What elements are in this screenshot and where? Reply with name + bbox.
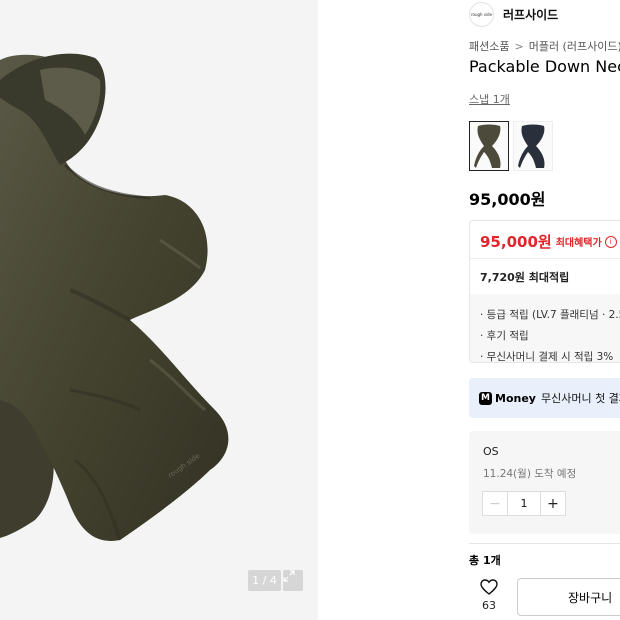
- breadcrumb-separator: >: [514, 40, 524, 53]
- max-points: 7,720원 최대적립: [480, 271, 570, 284]
- product-title: Packable Down Neck: [469, 57, 620, 76]
- points-list: · 등급 적립 (LV.7 플래티넘 · 2.5 · 후기 적립 · 무신사머니…: [480, 305, 620, 363]
- expand-icon[interactable]: [283, 570, 303, 591]
- total-count: 총 1개: [469, 554, 501, 567]
- benefit-price-value: 95,000원: [480, 233, 552, 251]
- max-benefit-price: 95,000원 최대혜택가 i: [480, 231, 617, 252]
- selected-option-box: OS 11.24(월) 도착 예정 − 1 +: [469, 431, 620, 534]
- breadcrumb: 패션소품 > 머플러 (러프사이드): [469, 38, 620, 54]
- divider: [469, 543, 620, 544]
- benefit-price-label: 최대혜택가: [555, 238, 602, 249]
- points-item: · 무신사머니 결제 시 적립 3%: [480, 351, 614, 363]
- brand-name[interactable]: 러프사이드: [503, 6, 558, 23]
- money-promo-text: 무신사머니 첫 결제: [540, 392, 620, 405]
- like-count: 63: [482, 599, 496, 612]
- musinsa-money-banner[interactable]: M Money 무신사머니 첫 결제: [469, 378, 620, 418]
- breadcrumb-category[interactable]: 패션소품: [469, 40, 509, 53]
- color-swatch-navy[interactable]: [513, 121, 553, 171]
- info-icon[interactable]: i: [604, 235, 617, 248]
- snap-link[interactable]: 스냅 1개: [469, 91, 510, 107]
- quantity-minus-button[interactable]: −: [483, 492, 508, 515]
- product-info-panel: rough side 러프사이드 패션소품 > 머플러 (러프사이드) Packab…: [469, 0, 620, 620]
- add-to-cart-button[interactable]: 장바구니: [517, 578, 620, 616]
- arrival-estimate: 11.24(월) 도착 예정: [483, 468, 577, 480]
- points-item: · 후기 적립: [480, 330, 529, 342]
- color-swatch-khaki[interactable]: [469, 121, 509, 171]
- points-item: · 등급 적립 (LV.7 플래티넘 · 2.5: [480, 309, 620, 321]
- benefit-box: 95,000원 최대혜택가 i 7,720원 최대적립 · 등급 적립 (LV.…: [469, 220, 620, 363]
- quantity-stepper: − 1 +: [482, 491, 566, 516]
- product-image: rough side: [0, 53, 229, 541]
- money-label: Money: [495, 391, 536, 405]
- product-image-gallery[interactable]: rough side 1 / 4: [0, 0, 318, 620]
- like-button[interactable]: 63: [469, 579, 509, 612]
- money-icon: M: [479, 391, 492, 405]
- breadcrumb-subcategory[interactable]: 머플러 (러프사이드): [529, 40, 620, 53]
- brand-link[interactable]: rough side 러프사이드: [469, 1, 558, 27]
- divider: [470, 258, 620, 259]
- image-counter: 1 / 4: [248, 570, 281, 591]
- quantity-plus-button[interactable]: +: [540, 492, 565, 515]
- brand-logo: rough side: [469, 1, 494, 27]
- product-price: 95,000원: [469, 190, 546, 209]
- heart-icon: [480, 579, 498, 595]
- option-name: OS: [483, 445, 499, 458]
- quantity-value[interactable]: 1: [508, 492, 540, 515]
